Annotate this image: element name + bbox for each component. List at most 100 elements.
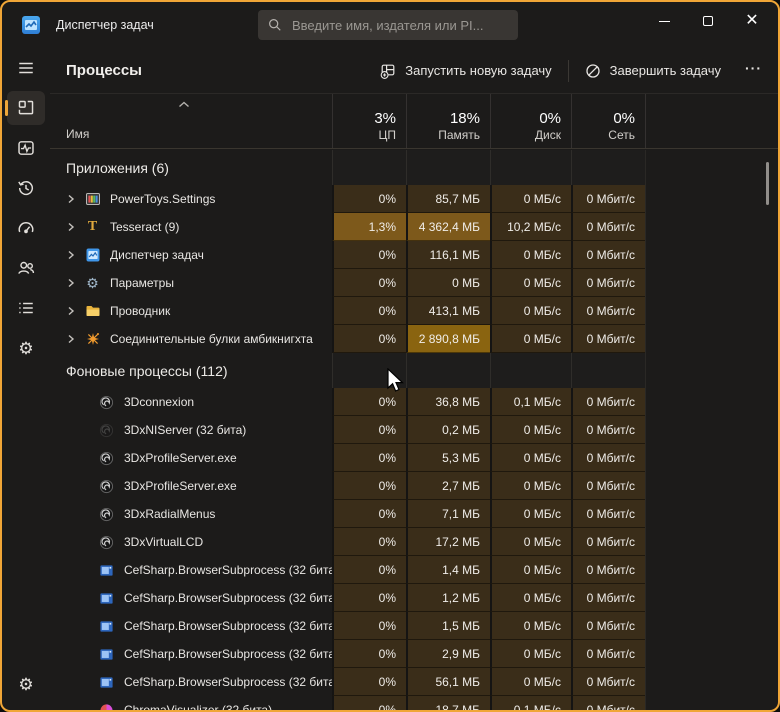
sidebar-item-menu[interactable] [2,48,50,88]
memory-cell: 18,7 МБ [406,696,490,710]
sidebar-item-settings[interactable]: ⚙ [2,664,50,704]
memory-cell: 2,7 МБ [406,472,490,500]
disk-cell: 0,1 МБ/с [490,388,571,416]
end-task-label: Завершить задачу [610,63,721,78]
process-name: 3DxVirtualLCD [124,535,203,549]
end-task-button[interactable]: Завершить задачу [571,55,735,87]
process-row[interactable]: 3DxProfileServer.exe0%5,3 МБ0 МБ/с0 Мбит… [50,444,778,472]
process-row[interactable]: 3DxProfileServer.exe0%2,7 МБ0 МБ/с0 Мбит… [50,472,778,500]
process-row[interactable]: 3DxVirtualLCD0%17,2 МБ0 МБ/с0 Мбит/с [50,528,778,556]
window-title: Диспетчер задач [56,18,154,32]
process-name-cell: ChromaVisualizer (32 бита) [50,696,332,710]
name-column-header[interactable]: Имя [50,94,332,148]
main-content: Процессы Запустить новую задачу [50,48,778,710]
memory-cell: 7,1 МБ [406,500,490,528]
tesseract-icon: T [84,219,101,236]
cefsharp-icon [98,646,115,663]
process-name-cell: CefSharp.BrowserSubprocess (32 бита) [50,640,332,668]
process-name-cell: 3DxVirtualLCD [50,528,332,556]
process-row[interactable]: Проводник0%413,1 МБ0 МБ/с0 Мбит/с [50,297,778,325]
close-button[interactable]: ✕ [730,2,774,40]
gear-icon: ⚙ [18,676,33,693]
network-column-header[interactable]: 0% Сеть [571,94,645,148]
expand-chevron-icon[interactable] [66,278,84,288]
maximize-button[interactable] [686,2,730,40]
process-row[interactable]: ChromaVisualizer (32 бита)0%18,7 МБ0,1 М… [50,696,778,710]
process-row[interactable]: Диспетчер задач0%116,1 МБ0 МБ/с0 Мбит/с [50,241,778,269]
sidebar-item-details[interactable] [2,288,50,328]
cpu-cell: 0% [332,696,406,710]
expand-chevron-icon[interactable] [66,250,84,260]
expand-chevron-icon[interactable] [66,194,84,204]
process-row[interactable]: 3DxNIServer (32 бита)0%0,2 МБ0 МБ/с0 Мби… [50,416,778,444]
disk-cell: 0 МБ/с [490,528,571,556]
process-group-header: Приложения (6) [50,150,778,185]
network-cell: 0 Мбит/с [571,528,645,556]
cpu-cell: 0% [332,185,406,213]
row-filler [645,325,778,353]
expand-chevron-icon[interactable] [66,222,84,232]
search-box[interactable] [258,10,518,40]
memory-column-header[interactable]: 18% Память [406,94,490,148]
toolbar-divider [568,60,569,82]
process-row[interactable]: CefSharp.BrowserSubprocess (32 бита)0%1,… [50,556,778,584]
group-title: Фоновые процессы (112) [50,353,332,388]
process-name-cell: CefSharp.BrowserSubprocess (32 бита) [50,556,332,584]
sidebar-item-services[interactable]: ⚙ [2,328,50,368]
settings-gear-icon: ⚙ [84,275,101,292]
process-row[interactable]: 3Dconnexion0%36,8 МБ0,1 МБ/с0 Мбит/с [50,388,778,416]
disk-cell: 0 МБ/с [490,444,571,472]
sidebar-item-processes[interactable] [2,88,50,128]
process-name-cell: 3DxNIServer (32 бита) [50,416,332,444]
process-row[interactable]: CefSharp.BrowserSubprocess (32 бита)0%56… [50,668,778,696]
sidebar: ⚙ [2,48,50,710]
cefsharp-icon [98,590,115,607]
process-row[interactable]: PowerToys.Settings0%85,7 МБ0 МБ/с0 Мбит/… [50,185,778,213]
cpu-cell: 0% [332,416,406,444]
sidebar-item-startup-apps[interactable] [2,208,50,248]
memory-cell: 85,7 МБ [406,185,490,213]
search-input[interactable] [292,18,502,33]
process-row[interactable]: TTesseract (9)1,3%4 362,4 МБ10,2 МБ/с0 М… [50,213,778,241]
cpu-cell: 0% [332,241,406,269]
vertical-scrollbar-thumb[interactable] [766,162,769,205]
sidebar-item-app-history[interactable] [2,168,50,208]
selected-accent-pill [5,100,8,116]
process-name-cell: PowerToys.Settings [50,185,332,213]
process-name: CefSharp.BrowserSubprocess (32 бита) [124,675,332,689]
network-cell: 0 Мбит/с [571,213,645,241]
process-row[interactable]: CefSharp.BrowserSubprocess (32 бита)0%1,… [50,612,778,640]
memory-column-label: Память [438,128,480,142]
mouse-cursor [386,368,404,394]
run-new-task-button[interactable]: Запустить новую задачу [366,55,565,87]
expand-chevron-icon[interactable] [66,334,84,344]
process-row[interactable]: ⚙Параметры0%0 МБ0 МБ/с0 Мбит/с [50,269,778,297]
cpu-column-header[interactable]: 3% ЦП [332,94,406,148]
memory-cell: 1,4 МБ [406,556,490,584]
minimize-button[interactable] [642,2,686,40]
threedx-icon [98,506,115,523]
close-icon: ✕ [745,13,758,29]
disk-column-header[interactable]: 0% Диск [490,94,571,148]
network-cell: 0 Мбит/с [571,556,645,584]
task-manager-window: Диспетчер задач ✕ ⚙ ⚙ Процессы [0,0,780,712]
more-options-button[interactable]: ··· [735,60,778,82]
sidebar-item-performance[interactable] [2,128,50,168]
process-list: Приложения (6)PowerToys.Settings0%85,7 М… [50,150,778,710]
group-header-cell [490,353,571,388]
run-new-task-label: Запустить новую задачу [405,63,551,78]
network-cell: 0 Мбит/с [571,612,645,640]
memory-cell: 1,5 МБ [406,612,490,640]
sidebar-item-users[interactable] [2,248,50,288]
process-row[interactable]: CefSharp.BrowserSubprocess (32 бита)0%2,… [50,640,778,668]
process-row[interactable]: Соединительные булки амбикнигхта0%2 890,… [50,325,778,353]
process-name-cell: Диспетчер задач [50,241,332,269]
row-filler [645,241,778,269]
process-row[interactable]: CefSharp.BrowserSubprocess (32 бита)0%1,… [50,584,778,612]
threedx-muted-icon [98,422,115,439]
disk-cell: 0 МБ/с [490,612,571,640]
group-header-cell [571,150,645,185]
expand-chevron-icon[interactable] [66,306,84,316]
process-row[interactable]: 3DxRadialMenus0%7,1 МБ0 МБ/с0 Мбит/с [50,500,778,528]
cefsharp-icon [98,674,115,691]
